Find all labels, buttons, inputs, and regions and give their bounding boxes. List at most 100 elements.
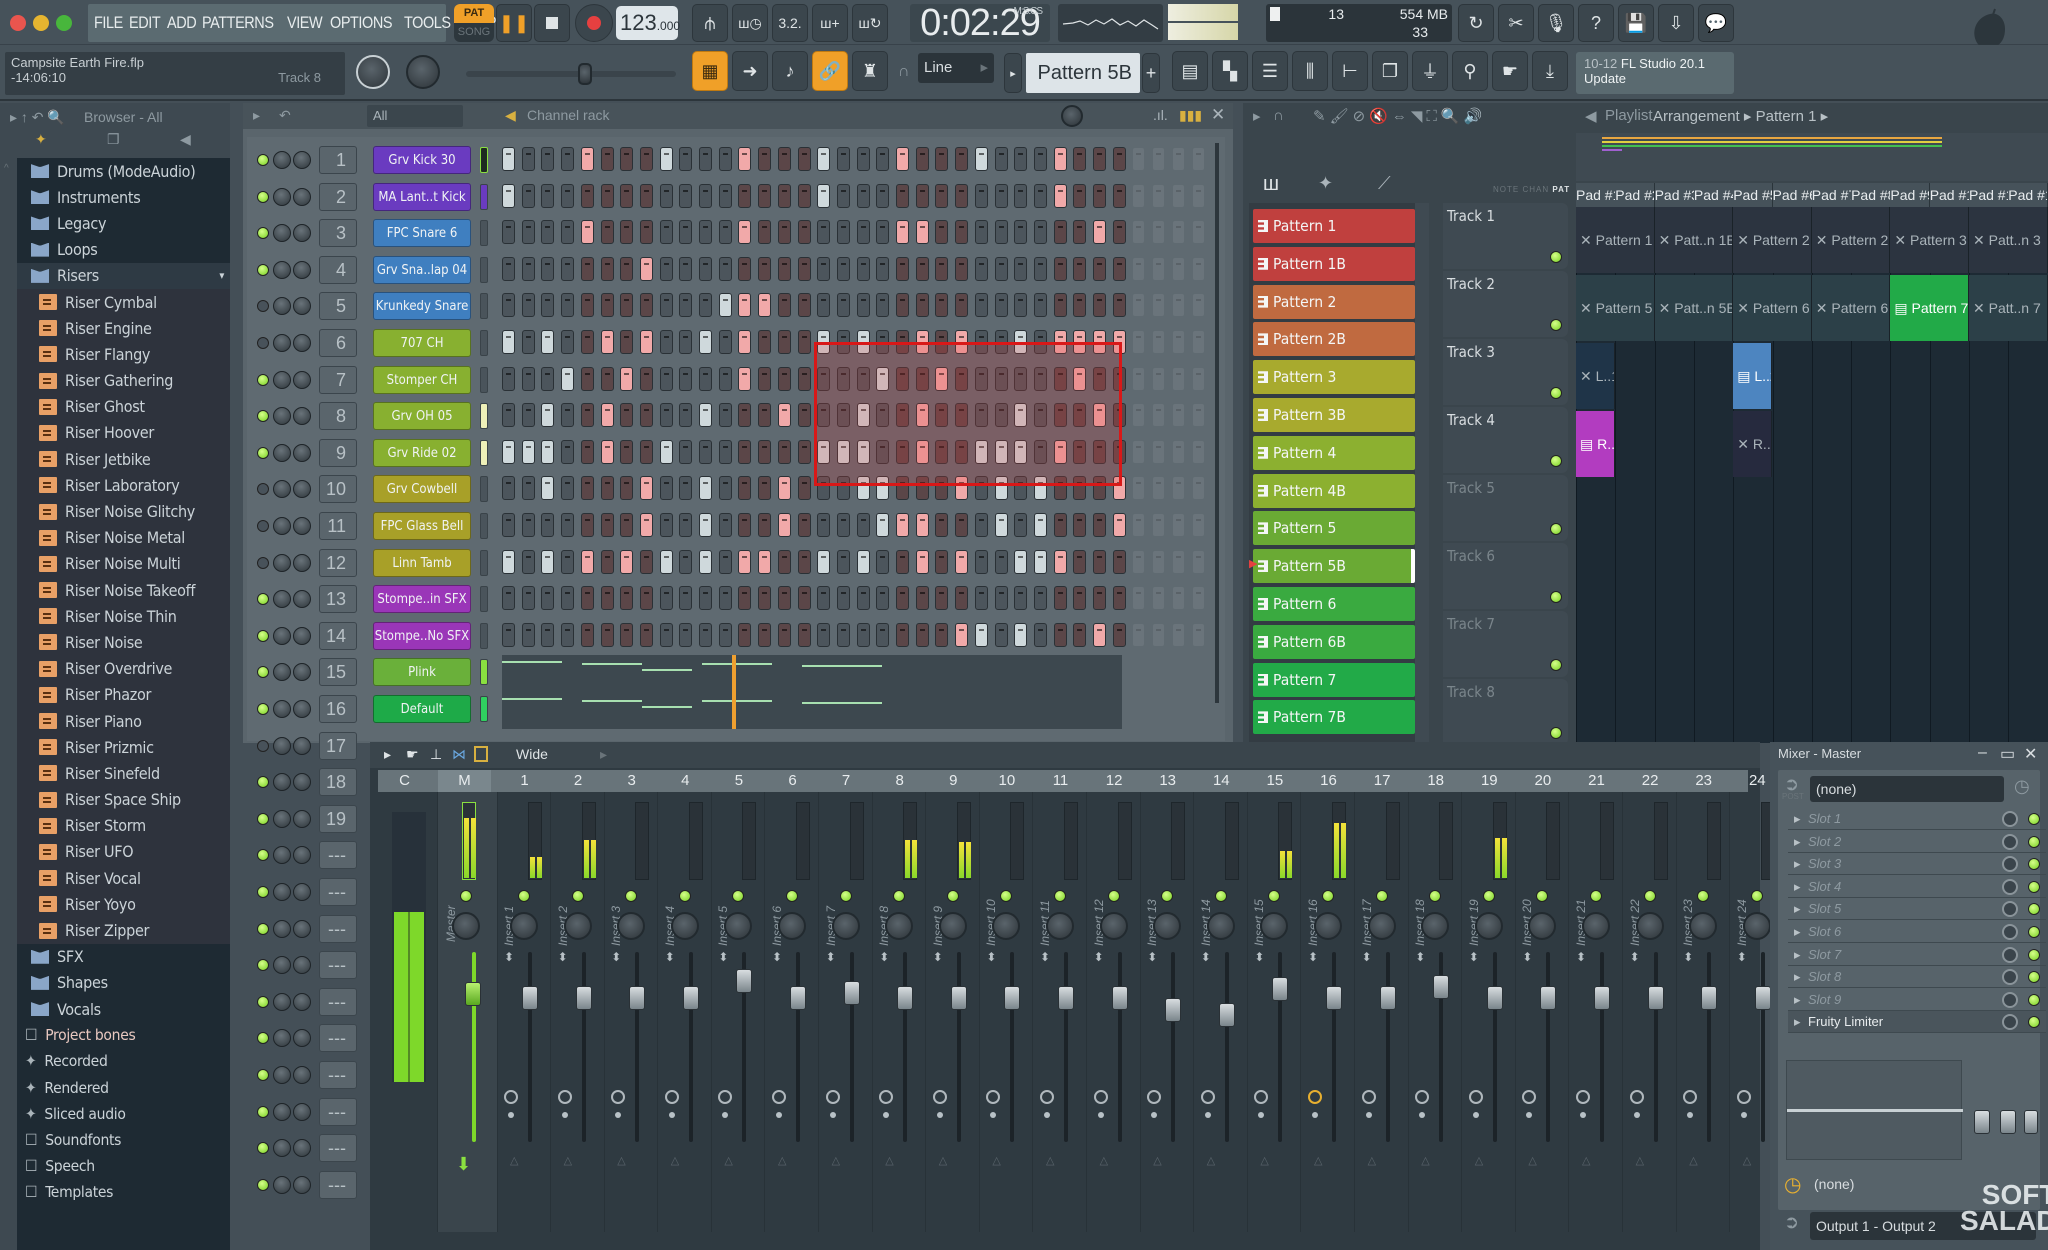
insert-enable-led[interactable]: [571, 890, 584, 902]
step-button[interactable]: [679, 513, 693, 537]
browser-file[interactable]: Riser Yoyo: [17, 891, 230, 918]
stereo-swap-icon[interactable]: ⬍: [504, 950, 514, 964]
step-button[interactable]: [1152, 586, 1166, 611]
effect-mix-knob[interactable]: [2002, 856, 2018, 873]
step-button[interactable]: [777, 513, 791, 537]
stereo-swap-icon[interactable]: ⬍: [772, 950, 782, 964]
channel-mixer-track[interactable]: 15: [319, 658, 357, 687]
route-triangle-icon[interactable]: △: [1421, 1154, 1429, 1167]
step-button[interactable]: [1033, 513, 1047, 537]
sidechain-clock-icon[interactable]: ◷: [1784, 1172, 1801, 1197]
channel-name-button[interactable]: 707 CH: [373, 329, 471, 357]
step-button[interactable]: [797, 220, 811, 245]
close-icon[interactable]: ✕: [2024, 744, 2037, 764]
channel-pan-knob[interactable]: [273, 1066, 291, 1084]
stereo-swap-icon[interactable]: ⬍: [1362, 950, 1372, 964]
step-button[interactable]: [1033, 586, 1047, 611]
insert-pan-knob[interactable]: [1206, 912, 1235, 940]
step-selection-box[interactable]: [814, 342, 1122, 486]
step-button[interactable]: [699, 330, 712, 354]
insert-enable-led[interactable]: [1375, 890, 1388, 902]
channel-mixer-track[interactable]: ---: [319, 1061, 357, 1089]
step-button[interactable]: [561, 293, 575, 318]
channel-mixer-track[interactable]: ---: [319, 1134, 357, 1163]
step-button[interactable]: [738, 330, 752, 354]
step-button[interactable]: [541, 256, 555, 281]
step-button[interactable]: [541, 549, 555, 574]
step-button[interactable]: [1112, 586, 1126, 611]
step-button[interactable]: [580, 293, 594, 318]
step-button[interactable]: [600, 330, 614, 354]
step-button[interactable]: [1053, 147, 1067, 171]
step-button[interactable]: [620, 147, 634, 171]
step-button[interactable]: [659, 330, 673, 354]
channel-pan-knob[interactable]: [273, 700, 291, 718]
mixer-insert-strip[interactable]: Insert 3 ⬍ △: [605, 792, 659, 1232]
browser-file[interactable]: Riser Piano: [17, 707, 230, 735]
step-button[interactable]: [699, 622, 712, 647]
step-button[interactable]: [1171, 586, 1185, 611]
route-triangle-icon[interactable]: △: [885, 1154, 893, 1167]
step-button[interactable]: [699, 293, 712, 318]
audio-input-select[interactable]: (none): [1810, 776, 2004, 802]
pattern-item[interactable]: Pattern 7: [1253, 662, 1415, 697]
track-mute-led[interactable]: [1550, 455, 1562, 467]
browser-file[interactable]: Riser Phazor: [17, 681, 230, 708]
step-button[interactable]: [896, 513, 909, 537]
channel-mute-led[interactable]: [257, 1105, 269, 1118]
insert-pan-knob[interactable]: [1314, 912, 1342, 940]
step-button[interactable]: [1191, 439, 1205, 464]
step-button[interactable]: [679, 439, 693, 464]
step-button[interactable]: [1014, 549, 1028, 574]
step-button[interactable]: [1191, 622, 1205, 647]
channel-mixer-track[interactable]: 10: [319, 475, 357, 504]
pad-header[interactable]: Pad #10: [1929, 183, 1970, 207]
channel-pan-knob[interactable]: [273, 773, 291, 792]
step-button[interactable]: [1152, 183, 1166, 208]
minimize-window-button[interactable]: [33, 15, 49, 31]
browser-file[interactable]: Riser Storm: [17, 812, 230, 839]
step-button[interactable]: [836, 622, 850, 647]
step-button[interactable]: [758, 220, 772, 245]
step-button[interactable]: [1152, 366, 1166, 391]
step-button[interactable]: [1132, 403, 1146, 428]
piano-roll-preview[interactable]: [502, 655, 1122, 692]
step-button[interactable]: [1053, 622, 1067, 647]
step-button[interactable]: [600, 513, 614, 537]
step-button[interactable]: [1132, 476, 1146, 501]
track-header[interactable]: Track 1: [1443, 203, 1568, 269]
route-triangle-icon[interactable]: △: [1528, 1154, 1536, 1167]
channel-mute-led[interactable]: [257, 373, 269, 386]
track-header[interactable]: Track 7: [1443, 611, 1568, 677]
knob-icon[interactable]: ♜: [852, 51, 888, 91]
browser-file[interactable]: Riser Hoover: [17, 419, 230, 447]
track-header[interactable]: Track 6: [1443, 543, 1568, 609]
step-button[interactable]: [521, 147, 535, 171]
insert-enable-led[interactable]: [1482, 890, 1495, 902]
step-button[interactable]: [1191, 330, 1205, 354]
step-button[interactable]: [679, 330, 693, 354]
step-button[interactable]: [817, 147, 831, 171]
step-button[interactable]: [620, 330, 634, 354]
step-button[interactable]: [620, 549, 634, 574]
insert-fader[interactable]: [1540, 986, 1557, 1011]
mixer-insert-strip[interactable]: Insert 22 ⬍ △: [1624, 792, 1677, 1232]
effect-enable-led[interactable]: [2028, 880, 2040, 893]
step-button[interactable]: [718, 366, 732, 391]
step-button[interactable]: [856, 513, 870, 537]
step-button[interactable]: [797, 403, 811, 428]
pad-header[interactable]: Pad #3: [1654, 183, 1695, 207]
effect-mix-knob[interactable]: [2002, 1014, 2018, 1031]
insert-enable-led[interactable]: [678, 890, 691, 902]
stereo-swap-icon[interactable]: ⬍: [879, 950, 889, 964]
step-button[interactable]: [738, 256, 752, 281]
playlist-tools-icons[interactable]: ✎🖌⊘🔇⇔◥⛶🔍🔊: [1313, 107, 1486, 125]
automation-tab-icon[interactable]: ⟋: [1378, 173, 1391, 194]
step-edit-icon[interactable]: ш+: [812, 4, 848, 42]
step-button[interactable]: [502, 586, 515, 611]
browser-file[interactable]: Riser Gathering: [17, 367, 230, 394]
playlist-clip[interactable]: ✕ Pattern 3: [1890, 207, 1969, 273]
playlist-clip[interactable]: ✕ R..: [1733, 411, 1773, 477]
step-button[interactable]: [1033, 293, 1047, 318]
route-triangle-icon[interactable]: △: [939, 1154, 947, 1167]
